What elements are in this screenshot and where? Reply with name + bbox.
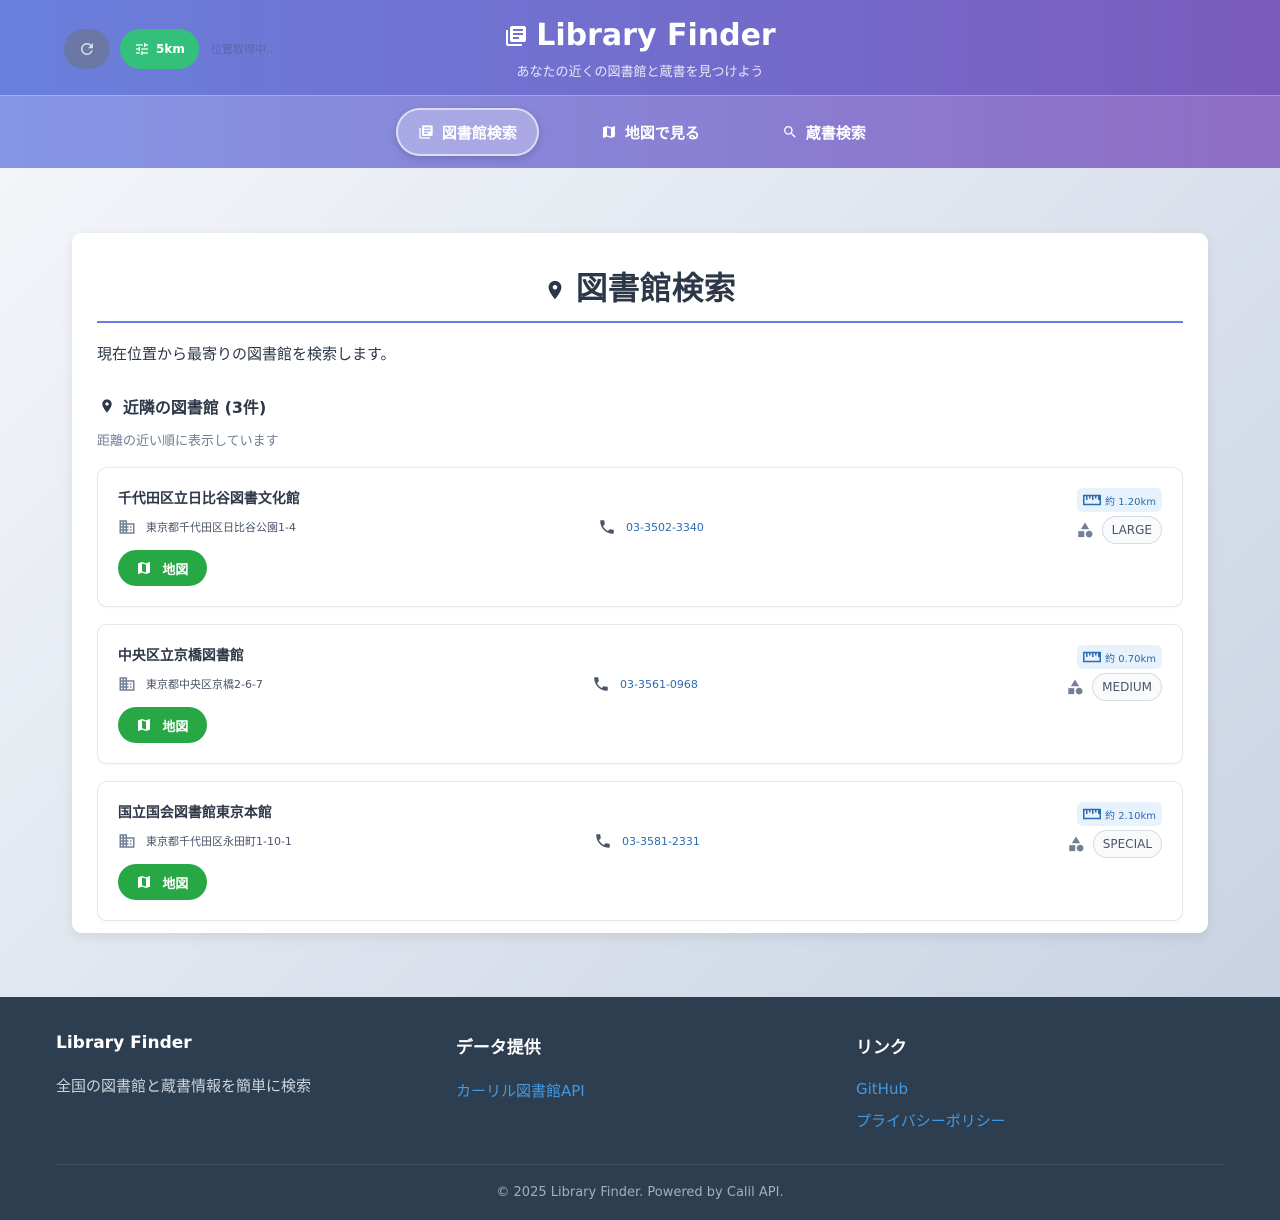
category-group: LARGE bbox=[1076, 516, 1162, 544]
map-button[interactable]: 地図 bbox=[118, 550, 207, 586]
ruler-icon bbox=[1083, 651, 1102, 663]
map-button-label: 地図 bbox=[162, 876, 189, 892]
footer-heading: リンク bbox=[856, 1038, 907, 1058]
category-badge: SPECIAL bbox=[1092, 830, 1162, 858]
library-phone[interactable]: 03-3581-2331 bbox=[594, 832, 700, 850]
category-badge: LARGE bbox=[1101, 516, 1162, 544]
phone-icon bbox=[594, 677, 608, 691]
phone-number: 03-3502-3340 bbox=[626, 520, 704, 534]
category-group: MEDIUM bbox=[1066, 673, 1162, 701]
category-icon bbox=[1077, 522, 1093, 538]
library-name: 国立国会図書館東京本館 bbox=[118, 805, 272, 821]
footer-heading: データ提供 bbox=[456, 1038, 541, 1058]
address-text: 東京都千代田区日比谷公園1-4 bbox=[146, 521, 296, 534]
library-list: 千代田区立日比谷図書文化館 東京都千代田区日比谷公園1-4 03-3502-33… bbox=[97, 467, 1183, 921]
section-title-text: 近隣の図書館 (3件) bbox=[123, 398, 267, 417]
ruler-icon bbox=[1083, 808, 1102, 820]
map-button[interactable]: 地図 bbox=[118, 864, 207, 900]
library-item[interactable]: 中央区立京橋図書館 東京都中央区京橋2-6-7 03-3561-0968 地図 … bbox=[97, 624, 1183, 764]
category-icon bbox=[1068, 679, 1083, 695]
map-icon bbox=[138, 562, 151, 574]
distance-badge: 約 2.10km bbox=[1077, 802, 1162, 826]
address-text: 東京都中央区京橋2-6-7 bbox=[146, 678, 263, 691]
title-block: Library Finder あなたの近くの図書館と蔵書を見つけよう bbox=[0, 18, 1280, 80]
footer-data-provider: データ提供 カーリル図書館API bbox=[456, 1033, 585, 1101]
phone-icon bbox=[600, 520, 614, 534]
library-phone[interactable]: 03-3561-0968 bbox=[592, 675, 698, 693]
tab-label: 地図で見る bbox=[624, 123, 700, 142]
tab-label: 図書館検索 bbox=[441, 123, 517, 142]
phone-icon bbox=[596, 834, 610, 848]
calil-api-link[interactable]: カーリル図書館API bbox=[456, 1080, 585, 1101]
building-icon bbox=[119, 834, 135, 848]
location-pin-icon bbox=[102, 399, 112, 413]
tab-label: 蔵書検索 bbox=[806, 123, 867, 142]
phone-number: 03-3581-2331 bbox=[622, 834, 700, 848]
app-title-text: Library Finder bbox=[536, 18, 776, 53]
location-pin-icon bbox=[548, 280, 562, 300]
library-icon bbox=[419, 125, 433, 139]
footer-links: リンク GitHub プライバシーポリシー bbox=[856, 1033, 1006, 1131]
github-link[interactable]: GitHub bbox=[856, 1080, 1006, 1098]
map-icon bbox=[138, 876, 151, 888]
distance-badge: 約 0.70km bbox=[1077, 645, 1162, 669]
app-title: Library Finder bbox=[504, 18, 776, 53]
page-title: 図書館検索 bbox=[97, 263, 1183, 323]
footer-divider bbox=[56, 1164, 1224, 1165]
app-subtitle: あなたの近くの図書館と蔵書を見つけよう bbox=[516, 65, 764, 80]
distance-text: 約 0.70km bbox=[1105, 653, 1156, 665]
distance-text: 約 2.10km bbox=[1105, 810, 1156, 822]
library-item[interactable]: 千代田区立日比谷図書文化館 東京都千代田区日比谷公園1-4 03-3502-33… bbox=[97, 467, 1183, 607]
search-icon bbox=[784, 126, 796, 138]
building-icon bbox=[119, 520, 135, 534]
library-phone[interactable]: 03-3502-3340 bbox=[598, 518, 704, 536]
building-icon bbox=[119, 677, 135, 691]
privacy-policy-link[interactable]: プライバシーポリシー bbox=[856, 1110, 1006, 1131]
category-badge: MEDIUM bbox=[1092, 673, 1162, 701]
phone-number: 03-3561-0968 bbox=[620, 677, 698, 691]
tab-library-search[interactable]: 図書館検索 bbox=[395, 108, 539, 156]
distance-badge: 約 1.20km bbox=[1077, 488, 1162, 512]
distance-text: 約 1.20km bbox=[1105, 496, 1156, 508]
category-group: SPECIAL bbox=[1067, 830, 1162, 858]
section-subtitle: 距離の近い順に表示しています bbox=[97, 434, 279, 449]
footer-about: Library Finder 全国の図書館と蔵書情報を簡単に検索 bbox=[56, 1033, 311, 1096]
library-address: 東京都千代田区永田町1-10-1 bbox=[118, 832, 292, 850]
page-description: 現在位置から最寄りの図書館を検索します。 bbox=[97, 345, 396, 363]
page-title-text: 図書館検索 bbox=[575, 269, 736, 307]
tab-map-view[interactable]: 地図で見る bbox=[581, 108, 720, 156]
ruler-icon bbox=[1083, 494, 1102, 506]
footer-tagline: 全国の図書館と蔵書情報を簡単に検索 bbox=[56, 1077, 312, 1095]
address-text: 東京都千代田区永田町1-10-1 bbox=[146, 835, 292, 848]
section-title: 近隣の図書館 (3件) bbox=[97, 394, 1183, 418]
library-address: 東京都中央区京橋2-6-7 bbox=[118, 675, 263, 693]
map-button-label: 地図 bbox=[162, 562, 189, 578]
library-search-card: 図書館検索 現在位置から最寄りの図書館を検索します。 近隣の図書館 (3件) 距… bbox=[72, 233, 1208, 933]
app-header: 5km 位置取得中... Library Finder あなたの近くの図書館と蔵… bbox=[0, 0, 1280, 95]
main-nav: 図書館検索 地図で見る 蔵書検索 bbox=[0, 95, 1280, 168]
library-name: 千代田区立日比谷図書文化館 bbox=[118, 491, 300, 507]
map-button[interactable]: 地図 bbox=[118, 707, 207, 743]
site-footer: Library Finder 全国の図書館と蔵書情報を簡単に検索 データ提供 カ… bbox=[0, 997, 1280, 1220]
library-item[interactable]: 国立国会図書館東京本館 東京都千代田区永田町1-10-1 03-3581-233… bbox=[97, 781, 1183, 921]
main-content: 図書館検索 現在位置から最寄りの図書館を検索します。 近隣の図書館 (3件) 距… bbox=[0, 168, 1280, 997]
map-button-label: 地図 bbox=[162, 719, 189, 735]
tab-book-search[interactable]: 蔵書検索 bbox=[762, 108, 886, 156]
library-icon bbox=[506, 25, 527, 46]
map-icon bbox=[602, 126, 615, 138]
category-icon bbox=[1069, 836, 1084, 852]
map-icon bbox=[138, 719, 151, 731]
library-address: 東京都千代田区日比谷公園1-4 bbox=[118, 518, 296, 536]
copyright: © 2025 Library Finder. Powered by Calil … bbox=[496, 1185, 784, 1200]
footer-brand: Library Finder bbox=[56, 1033, 192, 1053]
library-name: 中央区立京橋図書館 bbox=[118, 648, 244, 664]
